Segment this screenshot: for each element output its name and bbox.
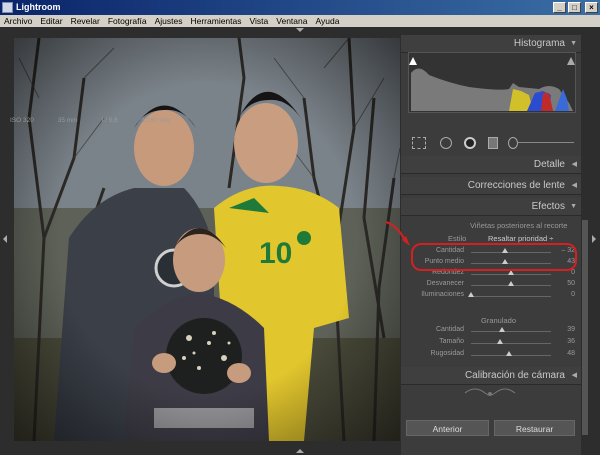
histogram-header[interactable]: Histograma ▼	[401, 35, 581, 53]
grain-slider-thumb[interactable]	[499, 327, 506, 332]
right-panel-toggle-icon[interactable]	[592, 235, 596, 243]
collapse-icon: ▼	[570, 203, 577, 210]
lens-corrections-header[interactable]: Correcciones de lente ◀	[401, 177, 581, 195]
vignette-slider-value[interactable]: 0	[555, 291, 575, 298]
menu-herramientas[interactable]: Herramientas	[186, 15, 245, 27]
focal-length: 35 mm	[57, 117, 78, 124]
grain-slider-label: Cantidad	[435, 326, 464, 333]
calibration-header[interactable]: Calibración de cámara ◀	[401, 367, 581, 385]
menu-bar: Archivo Editar Revelar Fotografía Ajuste…	[0, 15, 600, 27]
menu-editar[interactable]: Editar	[36, 15, 66, 27]
maximize-button[interactable]: □	[568, 2, 581, 13]
reset-button[interactable]: Restaurar	[494, 420, 575, 436]
style-label: Estilo	[448, 234, 467, 243]
grain-slider-value[interactable]: 48	[555, 350, 575, 357]
iso-value: ISO 320	[10, 117, 34, 124]
expand-icon: ◀	[571, 182, 577, 189]
minimize-button[interactable]: _	[553, 2, 566, 13]
grain-slider-row[interactable]: Cantidad 39	[409, 326, 575, 336]
grain-slider-row[interactable]: Tamaño 36	[409, 338, 575, 348]
adjustment-brush-icon[interactable]	[508, 137, 518, 149]
detail-title: Detalle	[533, 159, 565, 170]
expand-icon: ◀	[571, 372, 577, 379]
lightroom-app-icon	[2, 2, 13, 13]
vignette-slider-thumb[interactable]	[508, 281, 514, 286]
grain-slider-label: Rugosidad	[430, 350, 464, 357]
histogram-graph	[409, 57, 575, 111]
grain-slider-value[interactable]: 39	[555, 326, 575, 333]
menu-ventana[interactable]: Ventana	[272, 15, 311, 27]
photo-preview[interactable]: 10	[14, 38, 400, 441]
close-button[interactable]: ×	[585, 2, 598, 13]
lens-corrections-title: Correcciones de lente	[467, 180, 565, 191]
exif-info: ISO 320 35 mm f / 5,6 1/160 seg.	[10, 117, 172, 124]
graduated-filter-icon[interactable]	[488, 137, 498, 149]
effects-title: Efectos	[531, 201, 565, 212]
grain-slider-label: Tamaño	[439, 338, 464, 345]
vignette-slider-value[interactable]: 50	[555, 280, 575, 287]
top-panel-toggle-icon[interactable]	[296, 28, 304, 32]
detail-header[interactable]: Detalle ◀	[401, 156, 581, 174]
grain-section-title: Granulado	[481, 316, 517, 325]
bottom-panel-toggle-icon[interactable]	[296, 449, 304, 453]
vignette-slider-thumb[interactable]	[468, 292, 474, 297]
vignette-slider-label: Iluminaciones	[421, 291, 464, 298]
grain-slider-track[interactable]	[471, 331, 551, 332]
menu-fotografia[interactable]: Fotografía	[104, 15, 151, 27]
vignette-section-title: Viñetas posteriores al recorte	[470, 221, 568, 230]
brush-slider-icon[interactable]	[518, 142, 574, 143]
shutter-speed: 1/160 seg.	[141, 117, 172, 124]
left-panel-toggle-icon[interactable]	[3, 235, 7, 243]
red-eye-icon[interactable]	[464, 137, 476, 149]
grain-slider-value[interactable]: 36	[555, 338, 575, 345]
expand-icon: ◀	[571, 161, 577, 168]
vignette-slider-row[interactable]: Iluminaciones 0	[409, 291, 575, 301]
histogram-title: Histograma	[513, 38, 565, 49]
window-title: Lightroom	[16, 2, 61, 12]
red-arrow-icon	[385, 221, 410, 246]
aperture-value: f / 5,6	[101, 117, 118, 124]
panel-end-ornament	[464, 388, 516, 396]
panel-scrollbar[interactable]	[582, 220, 588, 435]
grain-slider-thumb[interactable]	[496, 339, 503, 344]
menu-ayuda[interactable]: Ayuda	[311, 15, 343, 27]
grain-slider-thumb[interactable]	[506, 351, 513, 356]
effects-header[interactable]: Efectos ▼	[401, 198, 581, 216]
previous-button[interactable]: Anterior	[406, 420, 489, 436]
vignette-slider-label: Desvanecer	[426, 280, 464, 287]
histogram-chart[interactable]	[408, 52, 576, 113]
menu-vista[interactable]: Vista	[246, 15, 273, 27]
style-dropdown[interactable]: Resaltar prioridad ÷	[488, 234, 553, 243]
collapse-icon: ▼	[570, 40, 577, 47]
tool-strip	[408, 135, 578, 151]
vignette-slider-row[interactable]: Desvanecer 50	[409, 280, 575, 290]
menu-ajustes[interactable]: Ajustes	[151, 15, 187, 27]
grain-slider-row[interactable]: Rugosidad 48	[409, 350, 575, 360]
menu-archivo[interactable]: Archivo	[0, 15, 36, 27]
title-bar: Lightroom _ □ ×	[0, 0, 600, 15]
calibration-title: Calibración de cámara	[464, 370, 565, 381]
spot-removal-icon[interactable]	[440, 137, 452, 149]
crop-tool-icon[interactable]	[412, 137, 426, 149]
menu-revelar[interactable]: Revelar	[67, 15, 104, 27]
grain-slider-track[interactable]	[471, 343, 551, 344]
photo-image: 10	[14, 38, 400, 441]
highlight-ring	[411, 243, 577, 271]
vignette-slider-track[interactable]	[471, 296, 551, 297]
